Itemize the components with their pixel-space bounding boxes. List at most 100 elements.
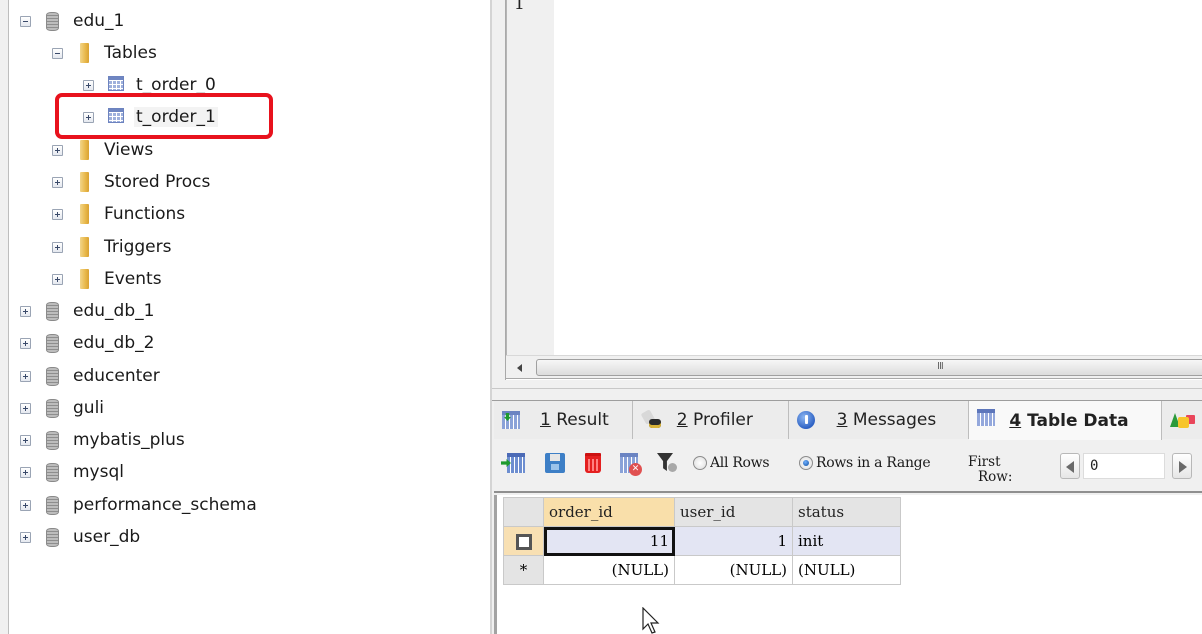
expand-icon[interactable] xyxy=(20,337,31,349)
tree-item-edu-1[interactable]: edu_1 xyxy=(20,9,126,33)
expand-icon[interactable] xyxy=(52,176,63,188)
table-data-grid-area: order_id user_id status 11 1 init * (NUL… xyxy=(494,495,1202,634)
filter-icon[interactable] xyxy=(657,453,679,473)
collapse-icon[interactable] xyxy=(20,15,31,27)
save-icon[interactable] xyxy=(545,453,565,473)
line-number-gutter: 1 xyxy=(506,0,554,355)
table-icon xyxy=(108,75,124,91)
cell-status[interactable]: init xyxy=(792,526,901,556)
tree-item-user-db[interactable]: user_db xyxy=(20,525,142,549)
column-header-user-id[interactable]: user_id xyxy=(674,497,793,527)
tree-item-performance-schema[interactable]: performance_schema xyxy=(20,493,259,517)
tab-number: 4 xyxy=(1009,410,1022,431)
database-icon xyxy=(46,366,59,386)
expand-icon[interactable] xyxy=(83,79,94,91)
first-row-label-line2: Row: xyxy=(978,469,1013,485)
folder-icon xyxy=(80,172,89,192)
tab-messages[interactable]: 3 Messages xyxy=(788,401,970,439)
tree-item-mybatis-plus[interactable]: mybatis_plus xyxy=(20,428,187,452)
insert-row-icon[interactable] xyxy=(507,453,525,473)
first-row-label: First Row: xyxy=(968,455,1028,485)
tab-result[interactable]: 1 Result xyxy=(494,401,633,439)
column-header-order-id[interactable]: order_id xyxy=(543,497,675,527)
expand-icon[interactable] xyxy=(20,370,31,382)
tab-label: Table Data xyxy=(1027,410,1129,431)
delete-icon[interactable] xyxy=(585,453,601,473)
pane-splitter[interactable] xyxy=(492,381,1202,401)
expand-icon[interactable] xyxy=(20,402,31,414)
expand-icon[interactable] xyxy=(20,466,31,478)
folder-icon xyxy=(80,204,89,224)
line-number: 1 xyxy=(514,0,525,14)
first-row-label-line1: First xyxy=(968,454,1001,470)
highlight-annotation-box xyxy=(55,93,273,139)
all-rows-label[interactable]: All Rows xyxy=(710,455,796,471)
query-workspace: 1 III 1 Result 2 Profiler 3 Messages 4 T… xyxy=(492,0,1202,634)
tab-info[interactable] xyxy=(1162,401,1202,439)
expand-icon[interactable] xyxy=(20,434,31,446)
tree-item-triggers[interactable]: Triggers xyxy=(52,235,174,259)
database-icon xyxy=(46,527,59,547)
tab-label: Messages xyxy=(852,410,937,430)
new-row-marker: * xyxy=(503,555,544,585)
rows-in-range-label[interactable]: Rows in a Range xyxy=(816,455,966,471)
first-row-input[interactable]: 0 xyxy=(1083,453,1165,479)
tree-item-guli[interactable]: guli xyxy=(20,396,106,420)
row-checkbox[interactable] xyxy=(515,534,532,550)
grid-corner[interactable] xyxy=(503,497,544,527)
profiler-binoculars-icon xyxy=(641,411,661,429)
horizontal-scrollbar[interactable]: III xyxy=(506,355,1202,379)
mouse-pointer-icon xyxy=(642,607,660,634)
expand-icon[interactable] xyxy=(52,241,63,253)
database-icon xyxy=(46,398,59,418)
database-icon xyxy=(46,430,59,450)
result-grid-icon xyxy=(502,411,520,429)
scrollbar-thumb[interactable]: III xyxy=(536,359,1202,376)
info-shapes-icon xyxy=(1170,411,1196,429)
cell-user-id[interactable]: 1 xyxy=(674,526,793,556)
rows-in-range-radio[interactable] xyxy=(799,456,813,470)
cell-order-id[interactable]: 11 xyxy=(543,526,675,556)
expand-icon[interactable] xyxy=(52,273,63,285)
scroll-left-arrow-icon[interactable] xyxy=(512,361,526,375)
table-row[interactable]: 11 1 init xyxy=(503,526,901,556)
tree-item-tables[interactable]: Tables xyxy=(52,41,159,65)
tab-label: Profiler xyxy=(693,410,753,430)
tree-item-educenter[interactable]: educenter xyxy=(20,364,162,388)
cancel-changes-icon[interactable] xyxy=(620,453,642,476)
all-rows-radio[interactable] xyxy=(693,456,707,470)
tree-item-edu-db-1[interactable]: edu_db_1 xyxy=(20,299,156,323)
database-icon xyxy=(46,333,59,353)
tab-number: 2 xyxy=(676,410,688,430)
tab-number: 3 xyxy=(836,410,848,430)
tree-item-stored-procs[interactable]: Stored Procs xyxy=(52,170,212,194)
tree-item-views[interactable]: Views xyxy=(52,138,155,162)
cell-order-id[interactable]: (NULL) xyxy=(543,555,675,585)
new-row[interactable]: * (NULL) (NULL) (NULL) xyxy=(503,555,901,585)
row-selector[interactable] xyxy=(503,526,544,556)
database-icon xyxy=(46,11,59,31)
expand-icon[interactable] xyxy=(20,531,31,543)
folder-icon xyxy=(80,43,89,63)
collapse-icon[interactable] xyxy=(52,47,63,59)
tab-profiler[interactable]: 2 Profiler xyxy=(632,401,789,439)
cell-user-id[interactable]: (NULL) xyxy=(674,555,793,585)
tree-item-edu-db-2[interactable]: edu_db_2 xyxy=(20,331,156,355)
tree-item-functions[interactable]: Functions xyxy=(52,202,187,226)
next-page-button[interactable] xyxy=(1172,453,1192,479)
folder-icon xyxy=(80,140,89,160)
data-grid: order_id user_id status 11 1 init * (NUL… xyxy=(503,497,901,585)
tree-item-events[interactable]: Events xyxy=(52,267,164,291)
previous-page-button[interactable] xyxy=(1060,453,1080,479)
column-header-status[interactable]: status xyxy=(792,497,901,527)
cell-status[interactable]: (NULL) xyxy=(792,555,901,585)
expand-icon[interactable] xyxy=(20,305,31,317)
query-editor[interactable]: 1 III xyxy=(505,0,1202,380)
folder-icon xyxy=(80,237,89,257)
expand-icon[interactable] xyxy=(52,208,63,220)
info-icon xyxy=(796,411,815,429)
tree-item-mysql[interactable]: mysql xyxy=(20,460,126,484)
expand-icon[interactable] xyxy=(20,499,31,511)
tab-table-data[interactable]: 4 Table Data xyxy=(969,401,1163,440)
expand-icon[interactable] xyxy=(52,144,63,156)
